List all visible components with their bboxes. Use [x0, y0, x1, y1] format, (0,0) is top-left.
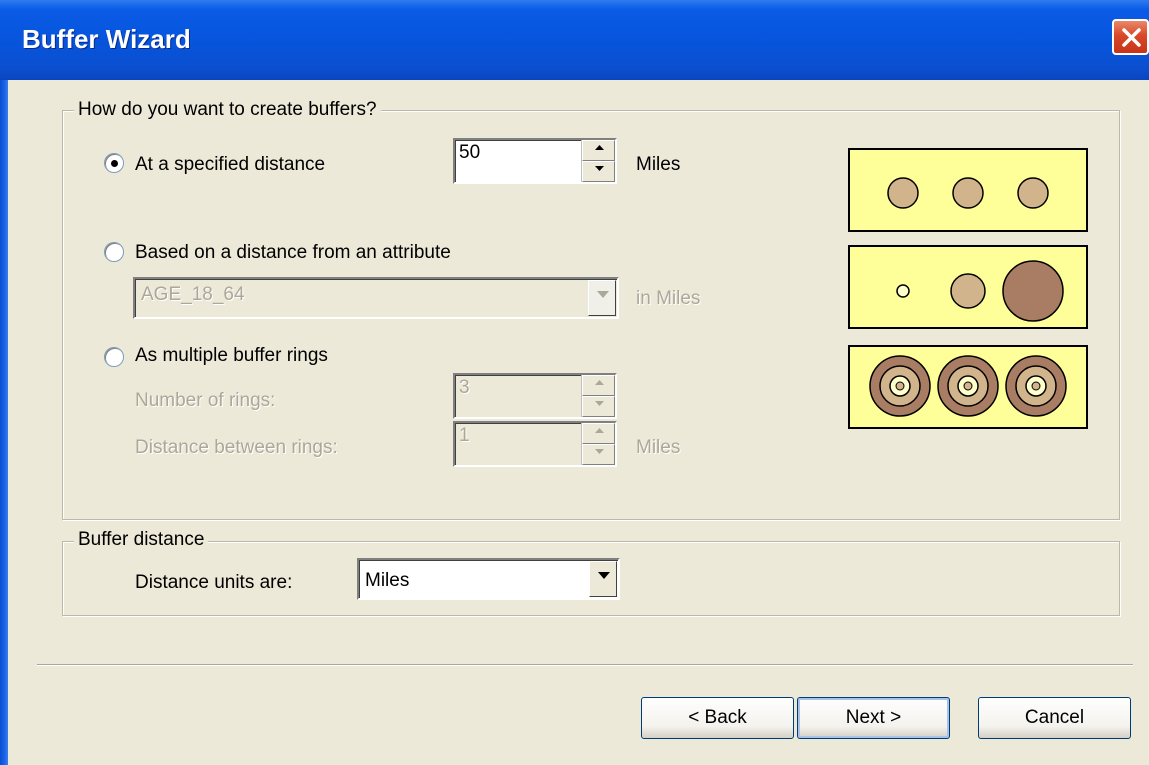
close-icon — [1122, 28, 1141, 47]
ring-distance-unit: Miles — [636, 437, 681, 458]
spin-down-button[interactable] — [582, 161, 615, 182]
number-of-rings-stepper[interactable]: 3 — [453, 373, 617, 419]
buffer-distance-legend: Buffer distance — [74, 529, 209, 551]
multiple-rings-illustration — [848, 345, 1088, 429]
footer-separator — [37, 664, 1133, 666]
multiple-rings-label[interactable]: As multiple buffer rings — [135, 345, 328, 367]
spin-down-arrow-icon — [595, 401, 604, 406]
distance-units-label: Distance units are: — [135, 572, 293, 593]
spin-arrows — [581, 375, 615, 417]
specified-distance-value[interactable]: 50 — [459, 142, 480, 164]
specified-distance-unit: Miles — [636, 154, 681, 175]
radio-selected-dot — [111, 160, 118, 167]
number-of-rings-label: Number of rings: — [135, 390, 276, 411]
attribute-select[interactable]: AGE_18_64 — [133, 277, 619, 319]
attribute-select-value: AGE_18_64 — [141, 284, 245, 305]
dropdown-arrow-icon — [597, 291, 609, 298]
spin-down-arrow-icon — [595, 449, 604, 454]
window-title: Buffer Wizard — [22, 24, 191, 54]
radio-attribute-distance[interactable] — [104, 242, 124, 262]
cancel-button[interactable]: Cancel — [978, 697, 1131, 739]
uniform-buffers-graphic — [887, 177, 1049, 209]
spin-up-button[interactable] — [582, 423, 615, 444]
ring-distance-label: Distance between rings: — [135, 437, 338, 458]
next-button[interactable]: Next > — [797, 697, 950, 739]
back-button[interactable]: < Back — [641, 697, 794, 739]
close-button[interactable] — [1112, 19, 1149, 55]
specified-distance-label[interactable]: At a specified distance — [135, 154, 325, 176]
radio-multiple-rings[interactable] — [104, 347, 124, 367]
ring-buffers-graphic — [869, 355, 1067, 417]
spin-up-button[interactable] — [582, 140, 615, 161]
radio-specified-distance[interactable] — [104, 153, 124, 173]
spin-down-button[interactable] — [582, 444, 615, 465]
specified-distance-illustration — [848, 148, 1088, 232]
spin-arrows — [581, 423, 615, 465]
spin-up-arrow-icon — [595, 380, 604, 385]
spin-up-arrow-icon — [595, 428, 604, 433]
attribute-distance-illustration — [848, 245, 1088, 329]
distance-units-value: Miles — [365, 570, 410, 591]
title-bar: Buffer Wizard — [0, 0, 1149, 80]
distance-units-select[interactable]: Miles — [357, 558, 620, 600]
dropdown-arrow-icon — [598, 572, 610, 579]
spin-down-button[interactable] — [582, 396, 615, 417]
spin-up-button[interactable] — [582, 375, 615, 396]
number-of-rings-value[interactable]: 3 — [459, 377, 470, 399]
spin-down-arrow-icon — [595, 166, 604, 171]
window-left-border — [0, 80, 8, 765]
attribute-distance-label[interactable]: Based on a distance from an attribute — [135, 242, 451, 264]
ring-distance-value[interactable]: 1 — [459, 425, 470, 447]
attribute-unit: in Miles — [636, 288, 701, 309]
ring-distance-stepper[interactable]: 1 — [453, 421, 617, 467]
create-buffers-legend: How do you want to create buffers? — [74, 99, 381, 121]
variable-buffers-graphic — [896, 260, 1064, 322]
distance-units-dropdown-button[interactable] — [589, 561, 617, 597]
spin-up-arrow-icon — [595, 145, 604, 150]
specified-distance-stepper[interactable]: 50 — [453, 138, 617, 184]
spin-arrows — [581, 140, 615, 182]
attribute-dropdown-button[interactable] — [588, 280, 616, 316]
